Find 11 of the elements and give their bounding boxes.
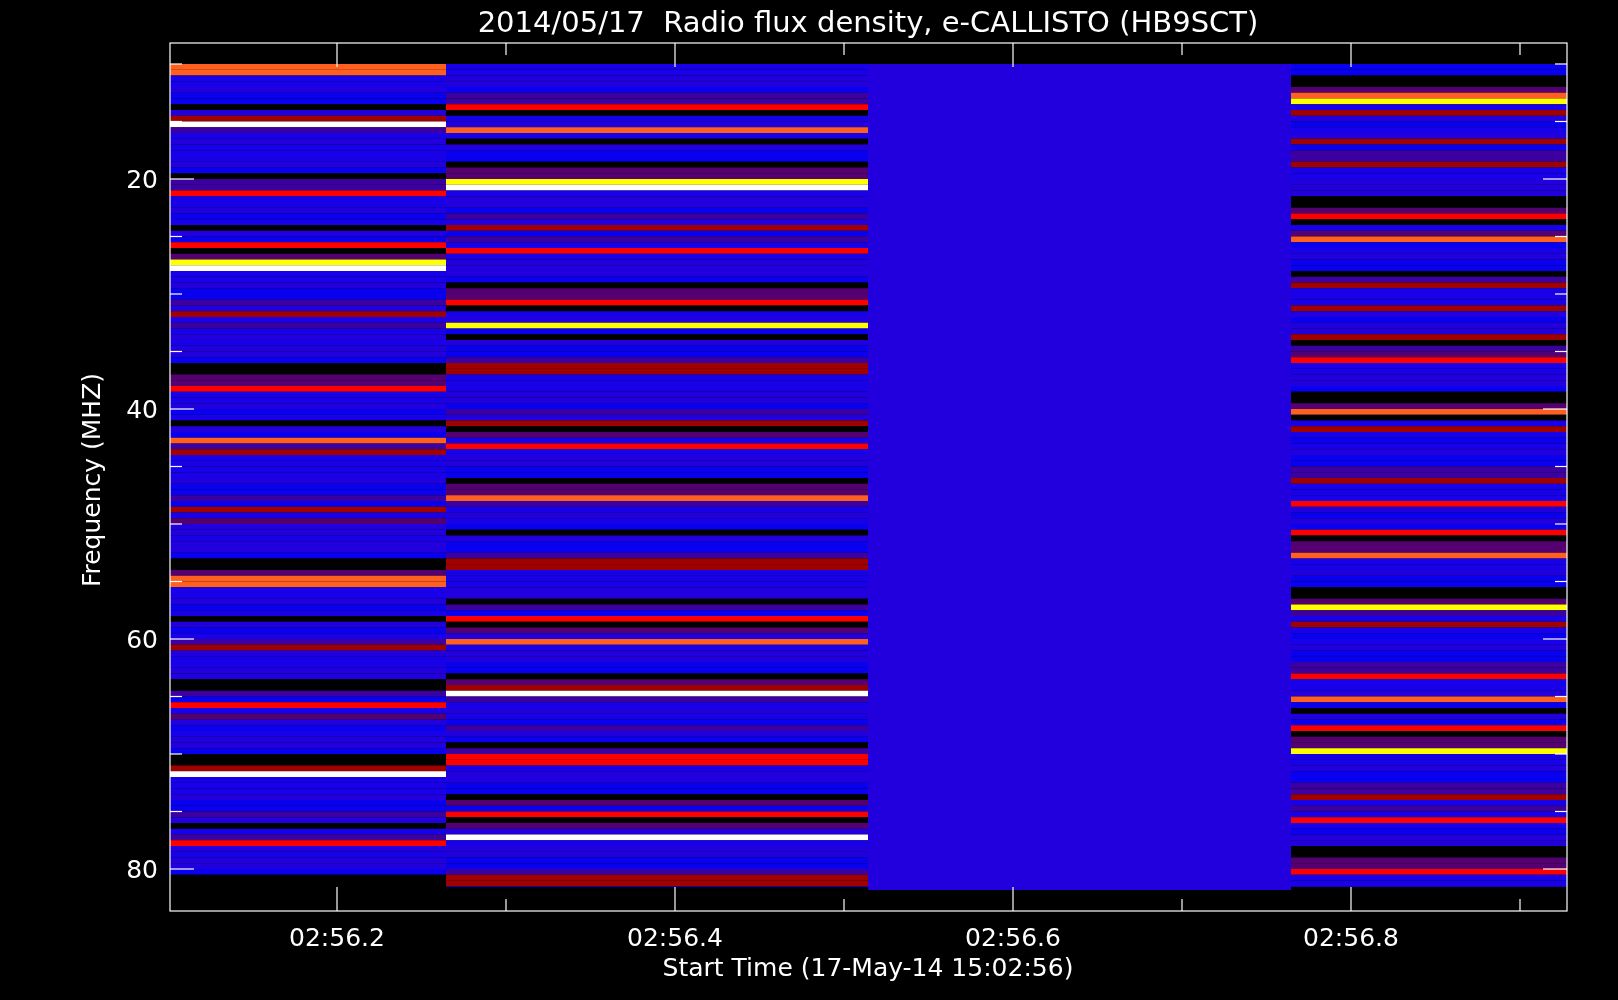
tick-label: 02:56.8	[1303, 923, 1399, 952]
tick-label: 80	[126, 855, 158, 884]
tick-label: 02:56.6	[965, 923, 1061, 952]
chart-title: 2014/05/17 Radio flux density, e-CALLISTO (HB9SCT)	[477, 5, 1259, 39]
tick-label: 20	[126, 165, 158, 194]
axis-label: Frequency (MHZ)	[77, 372, 106, 588]
tick-label: 02:56.4	[627, 923, 723, 952]
axis-label: Start Time (17-May-14 15:02:56)	[662, 953, 1074, 982]
tick-label: 02:56.2	[289, 923, 385, 952]
tick-label: 60	[126, 625, 158, 654]
tick-label: 40	[126, 395, 158, 424]
